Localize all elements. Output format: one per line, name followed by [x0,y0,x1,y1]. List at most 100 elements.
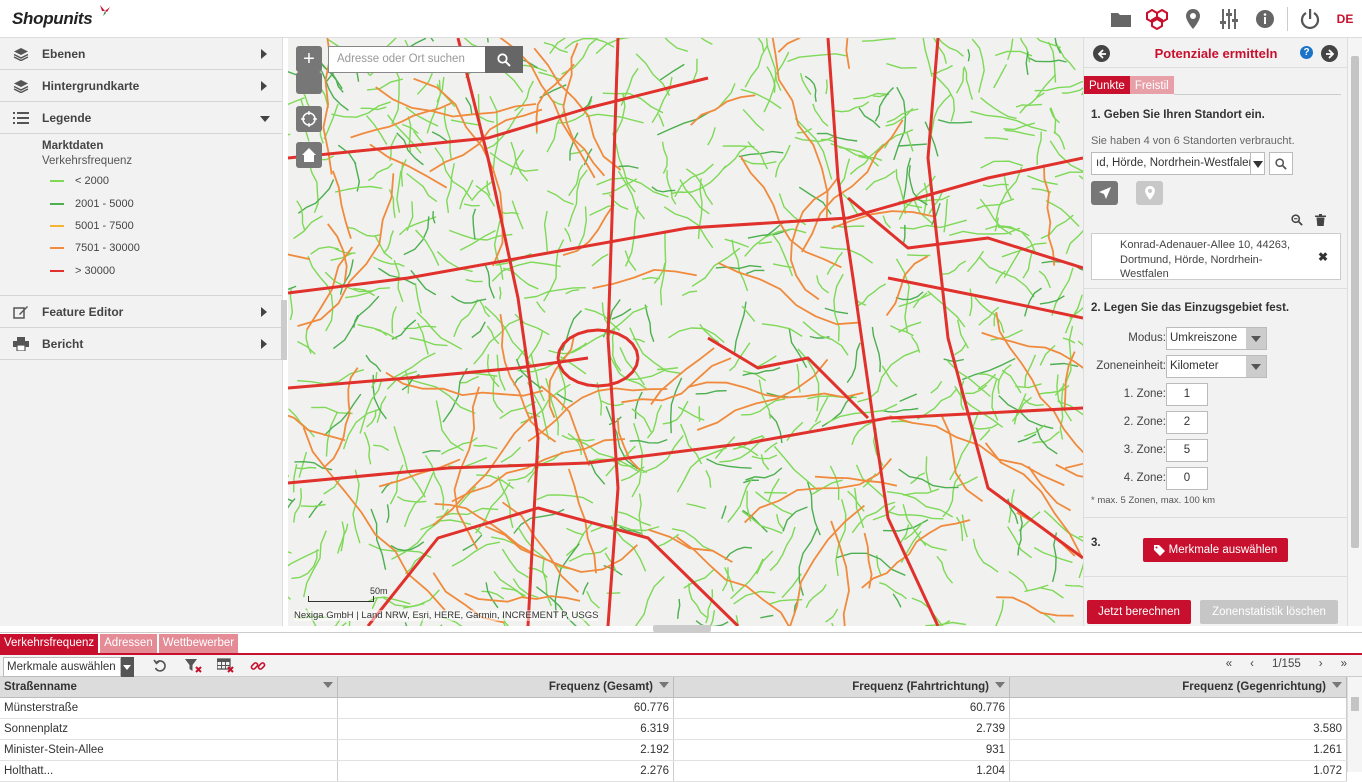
map-canvas[interactable]: + Adresse oder Ort suchen 50m Nexiga Gmb… [288,38,1083,626]
right-panel-scrollbar[interactable] [1347,38,1362,626]
bottom-splitter-handle[interactable] [653,625,711,632]
set-pin-button[interactable] [1136,181,1163,205]
column-header-frequenz-gegenrichtung[interactable]: Frequenz (Gegenrichtung) [1010,677,1347,697]
road-segment [943,474,961,517]
zone-1-input[interactable]: 1 [1166,383,1208,406]
hexagon-network-icon[interactable] [1139,0,1175,38]
road-segment [778,38,843,52]
locate-button[interactable] [296,106,322,132]
left-splitter-handle[interactable] [281,300,287,360]
filter-icon[interactable] [1332,682,1342,688]
map-search-input[interactable]: Adresse oder Ort suchen [328,46,486,73]
column-header-strassenname[interactable]: Straßenname [0,677,338,697]
tab-punkte[interactable]: Punkte [1084,76,1130,94]
table-row[interactable]: Münsterstraße 60.776 60.776 [0,698,1347,719]
zone-2-input[interactable]: 2 [1166,411,1208,434]
tab-freistil[interactable]: Freistil [1130,76,1174,94]
cell-frequenz-fahrtrichtung: 60.776 [674,698,1010,718]
location-pin-icon[interactable] [1175,0,1211,38]
road-segment [746,468,782,480]
sidebar-item-bericht[interactable]: Bericht [0,328,282,360]
table-row[interactable]: Holthatt... 2.276 1.204 1.072 [0,761,1347,782]
sidebar-item-feature-editor[interactable]: Feature Editor [0,296,282,328]
app-logo[interactable]: Shopunits [12,9,92,29]
road-segment [1034,547,1072,562]
features-dropdown-button[interactable] [121,657,134,677]
language-switch[interactable]: DE [1328,12,1362,26]
help-icon[interactable]: ? [1300,46,1313,59]
filter-icon[interactable] [323,682,333,688]
zoom-out-button[interactable] [296,72,322,94]
scrollbar-thumb[interactable] [1351,697,1359,711]
road-segment [1050,364,1078,367]
modus-select[interactable]: Umkreiszone [1166,327,1267,350]
road-segment [368,508,738,626]
sliders-icon[interactable] [1211,0,1247,38]
road-segment [903,489,939,495]
filter-icon[interactable] [659,682,669,688]
trash-icon[interactable] [1315,214,1326,226]
legend-swatch [50,247,64,249]
last-page-icon[interactable]: » [1341,658,1347,670]
road-segment [1057,375,1072,421]
road-segment [772,234,792,276]
refresh-icon[interactable] [151,658,169,674]
power-icon[interactable] [1292,0,1328,38]
sidebar-item-hintergrundkarte[interactable]: Hintergrundkarte [0,70,282,102]
zoom-in-button[interactable]: + [296,46,322,72]
next-page-icon[interactable]: › [1319,658,1323,670]
tab-wettbewerber[interactable]: Wettbewerber [159,634,238,653]
road-segment [1009,572,1027,591]
tab-verkehrsfrequenz[interactable]: Verkehrsfrequenz [0,634,98,653]
zone-unit-select[interactable]: Kilometer [1166,355,1267,378]
sidebar-item-ebenen[interactable]: Ebenen [0,38,282,70]
remove-location-icon[interactable]: ✖ [1318,250,1328,264]
address-search-button[interactable] [1269,152,1293,175]
folder-icon[interactable] [1103,0,1139,38]
location-entry[interactable]: Konrad-Adenauer-Allee 10, 44263, Dortmun… [1120,238,1300,282]
grid-scrollbar[interactable] [1347,677,1362,772]
map-search-button[interactable] [485,46,523,73]
road-segment [834,102,868,112]
table-row[interactable]: Sonnenplatz 6.319 2.739 3.580 [0,719,1347,740]
filter-icon[interactable] [995,682,1005,688]
road-segment [309,501,322,518]
forward-button[interactable] [1321,45,1338,62]
road-segment [888,278,1083,318]
home-button[interactable] [296,142,322,168]
column-header-frequenz-gesamt[interactable]: Frequenz (Gesamt) [338,677,674,697]
address-input[interactable]: ıd, Hörde, Nordrhein-Westfalen [1091,152,1251,175]
road-segment [566,528,584,535]
address-dropdown-button[interactable] [1251,152,1265,175]
sidebar-item-legende[interactable]: Legende [0,102,282,134]
clear-filter-icon[interactable] [185,658,203,674]
info-icon[interactable] [1247,0,1283,38]
zoom-to-location-icon[interactable] [1291,214,1303,226]
traffic-road-network [288,38,1083,626]
delete-table-icon[interactable] [217,658,235,674]
tab-adressen[interactable]: Adressen [100,634,157,653]
road-segment [791,177,838,299]
road-segment [893,594,901,607]
zone-3-input[interactable]: 5 [1166,439,1208,462]
first-page-icon[interactable]: « [1226,658,1232,670]
road-segment [632,423,642,497]
cell-frequenz-gesamt: 6.319 [338,719,674,739]
road-segment [760,615,773,617]
scrollbar-thumb[interactable] [1351,56,1359,548]
road-segment [500,402,536,419]
compute-button[interactable]: Jetzt berechnen [1087,600,1191,624]
unlink-icon[interactable] [249,658,267,674]
road-segment [371,509,385,570]
road-segment [826,609,838,622]
clear-statistics-button[interactable]: Zonenstatistik löschen [1200,600,1338,624]
cell-frequenz-fahrtrichtung: 1.204 [674,761,1010,781]
table-row[interactable]: Minister-Stein-Allee 2.192 931 1.261 [0,740,1347,761]
current-location-button[interactable] [1091,181,1118,205]
road-segment [435,148,471,200]
column-header-frequenz-fahrtrichtung[interactable]: Frequenz (Fahrtrichtung) [674,677,1010,697]
select-features-button[interactable]: Merkmale auswählen [1143,538,1288,562]
prev-page-icon[interactable]: ‹ [1250,658,1254,670]
features-select[interactable]: Merkmale auswählen [3,657,121,677]
zone-4-input[interactable]: 0 [1166,467,1208,490]
